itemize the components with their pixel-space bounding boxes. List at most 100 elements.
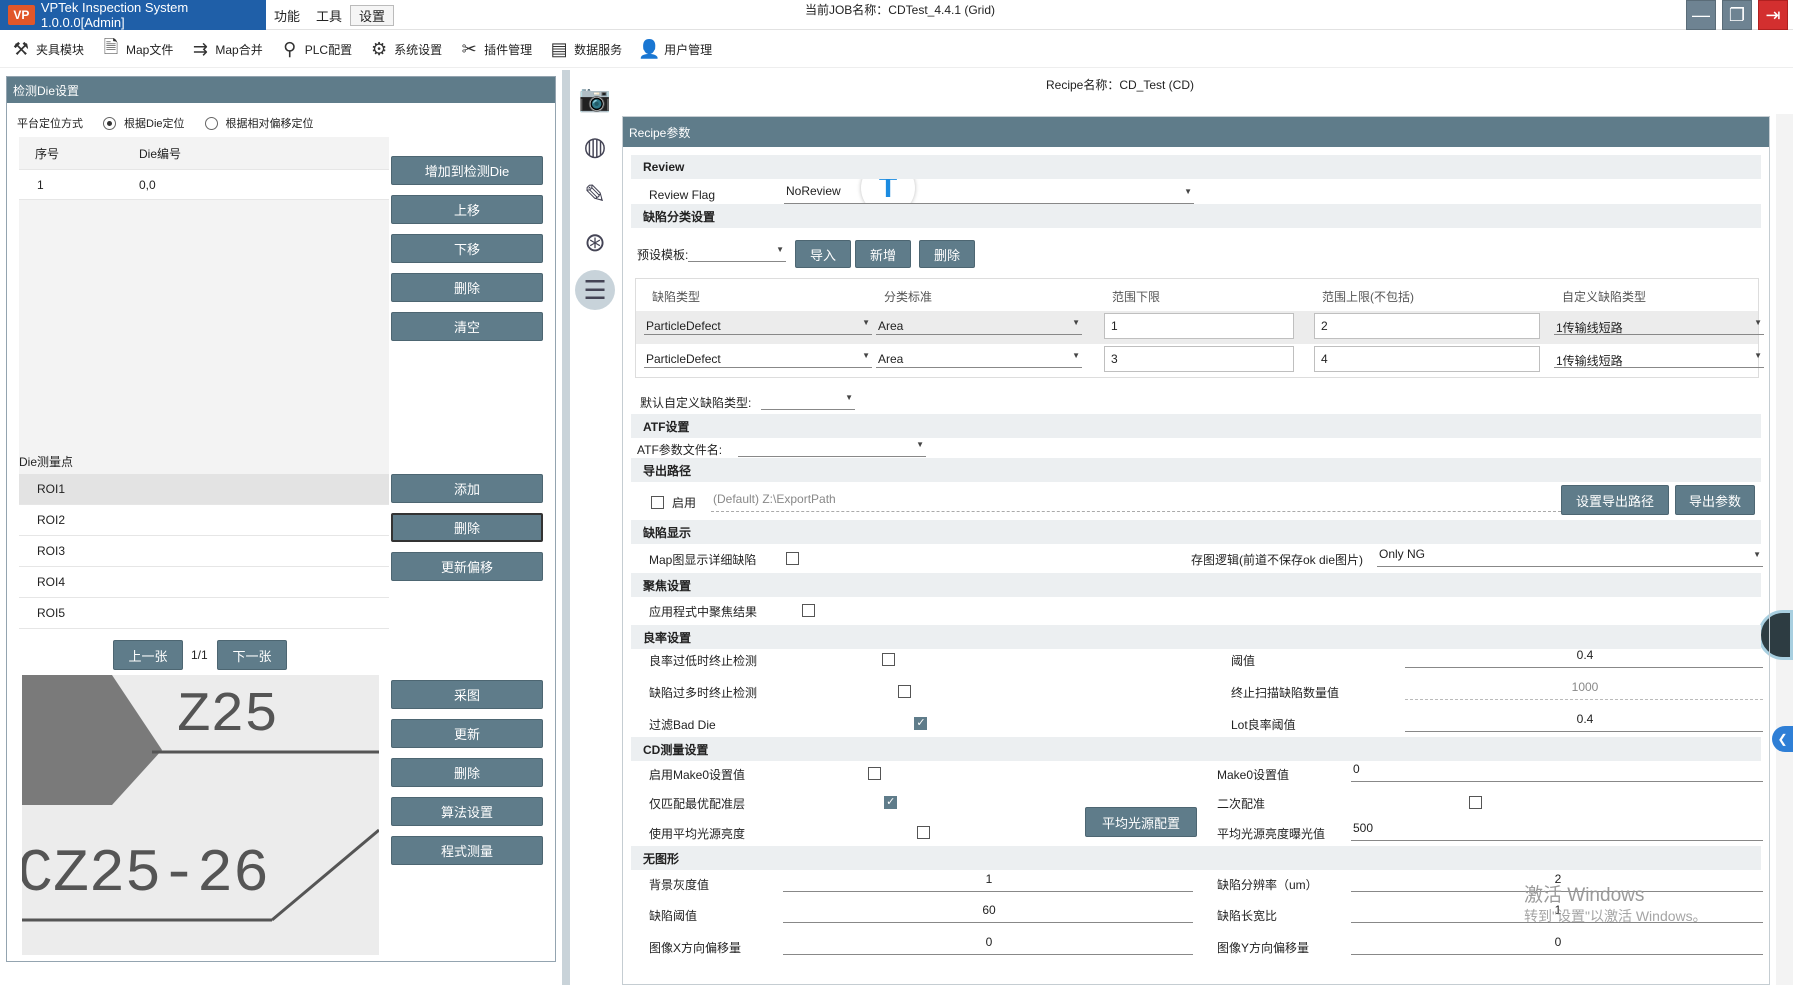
move-up-button[interactable]: 上移 [391,195,543,224]
list-item[interactable]: ROI5 [19,598,389,629]
preset-template-dropdown[interactable]: ▼ [688,242,786,262]
defect-dropdown-cell[interactable]: 1传输线短路 ▼ [1554,315,1764,335]
section-yield: 良率设置 [631,625,1761,649]
toolbar-item-5[interactable]: ✂ 插件管理 [458,39,533,60]
make0-value-label: Make0设置值 [1217,768,1290,782]
lot-yield-input[interactable]: 0.4 [1405,712,1763,732]
table-row[interactable]: 1 0,0 [19,170,389,200]
move-down-button[interactable]: 下移 [391,234,543,263]
roi-name: ROI5 [37,606,66,620]
radio-offset-locate[interactable] [204,116,218,130]
toolbar-item-6[interactable]: ▤ 数据服务 [548,39,623,60]
program-measure-button[interactable]: 程式测量 [391,836,543,865]
radio-die-locate[interactable] [103,116,116,130]
toolbar-item-7[interactable]: 👤 用户管理 [638,39,712,60]
prev-image-button[interactable]: 上一张 [113,640,183,670]
menu-settings[interactable]: 设置 [350,4,395,26]
update-button[interactable]: 更新 [391,719,543,748]
review-flag-dropdown[interactable]: NoReview ▼ [784,184,1194,204]
list-item[interactable]: ROI4 [19,567,389,598]
defect-dropdown-cell[interactable]: ParticleDefect ▼ [644,348,872,368]
add-to-detect-die-button[interactable]: 增加到检测Die [391,156,543,185]
table-row[interactable]: ParticleDefect ▼ Area ▼ 3 4 1传输线短路 ▼ [636,344,1764,377]
toolbar-item-2[interactable]: ⇉ Map合并 [189,39,263,60]
camera-icon[interactable]: 📷 [575,78,615,118]
cell-value: 2 [1321,319,1328,333]
defect-input-cell[interactable]: 4 [1314,346,1540,372]
atf-file-dropdown[interactable]: ▼ [738,437,926,457]
delete-template-button[interactable]: 删除 [919,240,975,268]
stop-count-label: 终止扫描缺陷数量值 [1231,686,1340,700]
add-roi-button[interactable]: 添加 [391,474,543,503]
list-item[interactable]: ROI3 [19,536,389,567]
section-no-pattern: 无图形 [631,846,1761,870]
defect-input-cell[interactable]: 3 [1104,346,1294,372]
data-service-icon: ▤ [550,39,568,59]
toolbar-item-4[interactable]: ⚙ 系统设置 [368,39,442,60]
gear-icon: ⚙ [371,39,388,59]
minimize-button[interactable]: — [1686,0,1716,30]
cell-value: ParticleDefect [646,352,721,366]
settings-chip-icon[interactable]: ⊛ [575,222,615,262]
second-align-checkbox[interactable] [1469,796,1483,809]
stop-count-input[interactable]: 1000 [1405,680,1763,700]
add-button[interactable]: 新增 [855,240,911,268]
delete-roi-button[interactable]: 删除 [391,513,543,542]
best-match-checkbox[interactable] [884,795,898,809]
left-splitter[interactable] [562,70,570,985]
yield-low-stop-checkbox[interactable] [881,653,895,666]
toolbar-item-0[interactable]: ⚒ 夹具模块 [10,39,84,60]
defect-input-cell[interactable]: 2 [1314,313,1540,339]
default-defect-type-dropdown[interactable]: ▼ [761,390,855,410]
defect-dropdown-cell[interactable]: Area ▼ [876,348,1082,368]
exit-button[interactable]: ⇥ [1758,0,1788,30]
defect-dropdown-cell[interactable]: Area ▼ [876,315,1082,335]
algorithm-settings-button[interactable]: 算法设置 [391,797,543,826]
menu-function[interactable]: 功能 [266,6,308,25]
next-image-button[interactable]: 下一张 [217,640,287,670]
export-params-button[interactable]: 导出参数 [1675,485,1755,515]
defect-input-cell[interactable]: 1 [1104,313,1294,339]
delete-die-button[interactable]: 删除 [391,273,543,302]
export-path-input[interactable]: (Default) Z:\ExportPath [711,492,1561,512]
bg-gray-input[interactable]: 1 [783,872,1193,892]
collapse-tab[interactable]: ❮ [1772,726,1793,752]
capture-button[interactable]: 采图 [391,680,543,709]
export-enable-checkbox[interactable] [651,496,664,509]
make0-enable-checkbox[interactable] [867,767,881,780]
toolbar-item-1[interactable]: 🗎 Map文件 [100,35,174,65]
delete-image-button[interactable]: 删除 [391,758,543,787]
list-item[interactable]: ROI2 [19,505,389,536]
maximize-button[interactable]: ❐ [1722,0,1752,30]
table-row[interactable]: ParticleDefect ▼ Area ▼ 1 2 1传输线短路 ▼ [636,311,1764,344]
threshold-input[interactable]: 0.4 [1405,648,1763,668]
import-button[interactable]: 导入 [795,240,851,268]
toolbar-item-3[interactable]: ⚲ PLC配置 [279,39,352,60]
menu-tools[interactable]: 工具 [308,6,350,25]
update-offset-button[interactable]: 更新偏移 [391,552,543,581]
defect-threshold-input[interactable]: 60 [783,903,1193,923]
apply-focus-checkbox[interactable] [802,604,816,617]
ruler-icon[interactable]: ✎ [575,174,615,214]
avg-exposure-input[interactable]: 500 [1351,821,1763,841]
recipe-scrollbar[interactable] [1776,114,1793,985]
too-many-defects-checkbox[interactable] [898,685,912,698]
wafer-map-icon[interactable]: ◍ [575,126,615,166]
col-die-number: Die编号 [139,146,182,161]
filter-bad-die-checkbox[interactable] [914,716,928,730]
make0-value-input[interactable]: 0 [1351,762,1763,782]
y-offset-input[interactable]: 0 [1351,935,1763,955]
clear-button[interactable]: 清空 [391,312,543,341]
avg-light-config-button[interactable]: 平均光源配置 [1085,807,1197,837]
checklist-icon[interactable]: ☰ [575,270,615,310]
save-logic-dropdown[interactable]: Only NG ▼ [1377,547,1763,567]
die-image-graphic: Z25 CZ25-26 [22,675,379,955]
x-offset-input[interactable]: 0 [783,935,1193,955]
cell-value: ParticleDefect [646,319,721,333]
set-export-path-button[interactable]: 设置导出路径 [1561,485,1669,515]
defect-dropdown-cell[interactable]: 1传输线短路 ▼ [1554,348,1764,368]
avg-light-checkbox[interactable] [916,826,930,839]
defect-dropdown-cell[interactable]: ParticleDefect ▼ [644,315,872,335]
map-detail-checkbox[interactable] [786,552,799,565]
list-item[interactable]: ROI1 [19,474,389,505]
